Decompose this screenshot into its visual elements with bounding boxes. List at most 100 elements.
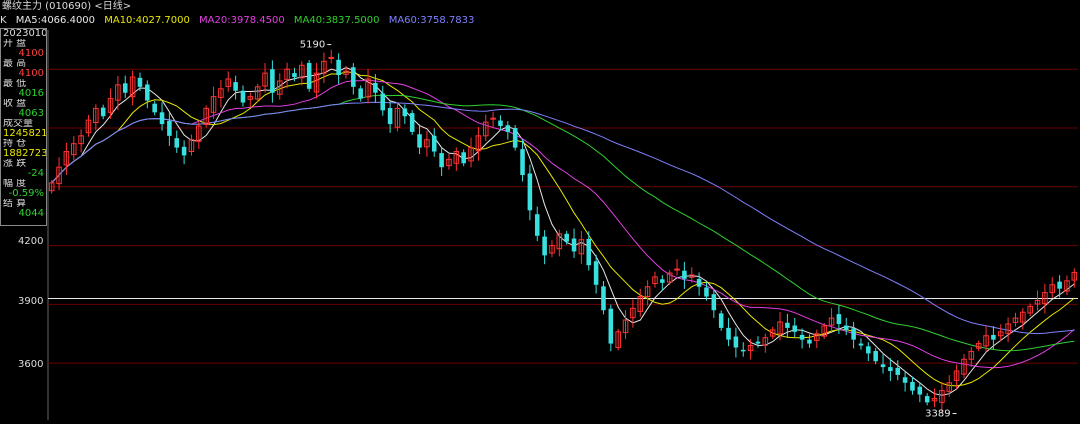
info-label-close: 收 盘 [3,99,27,109]
candle-body [137,77,143,87]
info-value-close: 4063 [18,109,44,119]
annotation-label: 3389 [925,409,950,420]
y-tick-label-3900: 3900 [18,296,44,307]
candle-body [1057,281,1062,289]
chart-type-label: K [0,15,7,26]
ma60-label: MA60:3758.7833 [388,15,475,26]
candle-body [417,134,422,148]
candle-body [122,83,128,93]
candle-body [711,294,717,311]
candle-body [402,108,408,117]
y-tick-label-3600: 3600 [18,359,44,370]
annotation-label: 5190 [300,40,325,51]
info-label-percent: 幅 度 [3,179,27,189]
candle-body [718,313,724,328]
candle-body [167,120,172,136]
candle-body [328,56,335,59]
candle-body [542,236,547,256]
candle-body [733,336,739,348]
candle-body [431,135,437,152]
candle-body [593,261,599,285]
info-label-open: 开 盘 [3,39,27,49]
candle-body [174,138,180,148]
price-annotations: 5190 3389 [300,40,957,420]
candle-body [608,308,614,344]
candle-body [792,325,798,332]
candle-body [586,238,592,266]
candle-body [100,107,106,117]
candle-body [755,341,761,344]
candle-body [181,146,187,156]
candle-body [674,268,680,271]
candle-body [836,314,842,324]
candle-body [564,233,569,242]
info-value-volume: 1245821 [3,129,46,139]
candle-body [785,322,790,328]
candle-body [843,325,849,330]
candle-body [336,59,341,76]
info-value-settle: 4044 [18,209,44,219]
chart-title: 螺纹主力 (010690) <日线> [2,1,132,12]
info-label-settle: 结 算 [3,199,27,209]
candle-body [740,349,746,352]
candle-body [910,381,915,391]
candle-body [498,120,503,127]
quote-info-box: 20230103 开 盘 4100 最 高 4100 最 低 4016 收 盘 … [0,28,47,226]
ma40-label: MA40:3837.5000 [293,15,380,26]
ma20-label: MA20:3978.4500 [199,15,285,26]
info-value-position: 1882723 [3,149,46,159]
candle-body [159,112,165,125]
candle-body [270,69,275,93]
grid-lines [47,30,1078,420]
candle-body [924,396,930,403]
ma10-label: MA10:4027.7000 [104,15,190,26]
candle-body [373,82,378,93]
candle-body [991,334,996,340]
candle-body [917,386,923,395]
info-label-change: 涨 跌 [3,159,27,169]
candle-body [851,328,856,340]
candle-body [292,73,297,78]
candle-body [704,287,709,297]
info-label-high: 最 高 [3,59,27,69]
ma5-label: MA5:4066.4000 [15,15,96,26]
candle-body [873,351,878,362]
candle-body [807,339,812,344]
candle-body [461,152,466,164]
info-value-low: 4016 [18,89,44,99]
candle-body [601,286,606,311]
ma5-line [51,67,1075,396]
info-date: 20230103 [3,29,46,39]
candle-body [145,84,150,101]
info-label-low: 最 低 [3,79,27,89]
candle-body [505,125,511,132]
candle-body [534,214,540,236]
candle-body [152,103,157,113]
candle-body [233,82,238,91]
info-value-percent: -0.59% [8,189,44,199]
candle-body [888,367,893,372]
candle-body [571,238,577,252]
candle-body [306,62,312,89]
y-tick-label-4200: 4200 [18,236,44,247]
candle-body [799,334,805,340]
info-value-change: -24 [27,169,44,179]
info-value-high: 4100 [18,69,44,79]
candle-body [696,278,702,287]
candle-body [490,117,496,120]
candle-body [380,93,386,111]
candle-body [520,149,525,176]
candle-body [358,88,363,99]
ma40-line [51,94,1075,352]
moving-average-lines [51,67,1075,396]
info-value-open: 4100 [18,49,44,59]
candle-body [880,364,886,368]
candle-body [351,67,356,87]
candlestick-chart: 5190 3389 [47,30,1078,420]
candle-body [895,367,901,375]
candle-body [527,173,533,211]
candle-body [240,90,246,103]
candle-body [682,270,687,279]
candle-body [858,343,864,346]
info-label-volume: 成交量 [3,119,33,129]
